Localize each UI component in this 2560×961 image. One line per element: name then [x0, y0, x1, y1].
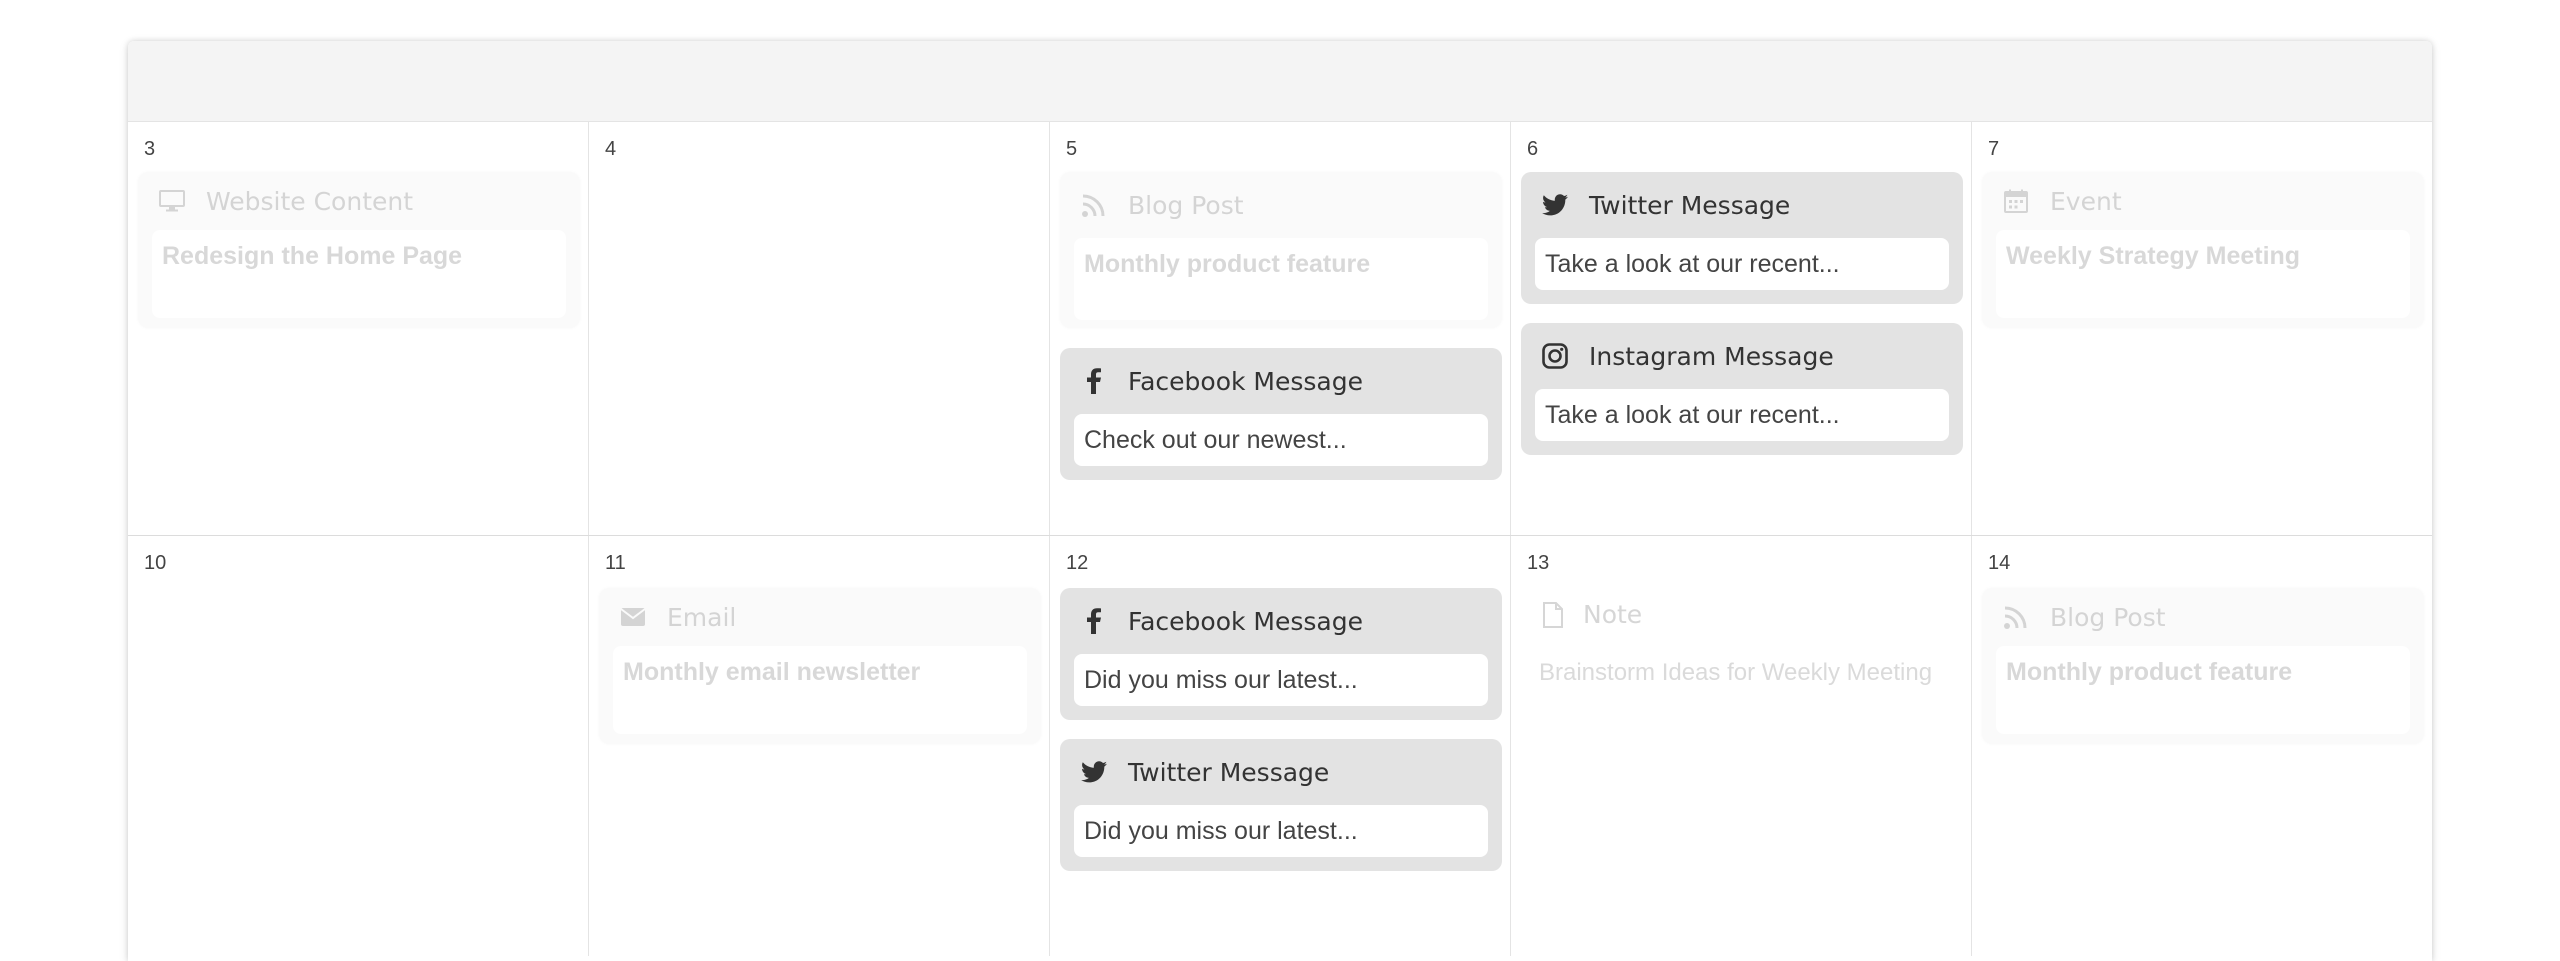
card-title: Monthly product feature: [1074, 238, 1488, 320]
day-cell[interactable]: 5 Blog Post Monthly product feature Face…: [1050, 122, 1511, 535]
card-type-label: Twitter Message: [1589, 190, 1791, 220]
day-cell[interactable]: 6 Twitter Message Take a look at our rec…: [1511, 122, 1972, 535]
day-cell[interactable]: 3 Website Content Redesign the Home Page: [128, 122, 589, 535]
card-title: Weekly Strategy Meeting: [1996, 230, 2410, 318]
card-title: Monthly email newsletter: [613, 646, 1027, 734]
content-calendar: 3 Website Content Redesign the Home Page…: [128, 41, 2432, 961]
card-header: Note: [1539, 600, 1959, 629]
card-type-label: Blog Post: [2050, 602, 2166, 632]
day-cell[interactable]: 13 Note Brainstorm Ideas for Weekly Meet…: [1511, 536, 1972, 956]
facebook-message-card[interactable]: Facebook Message Check out our newest...: [1060, 348, 1502, 480]
card-title: Monthly product feature: [1996, 646, 2410, 734]
facebook-icon: [1080, 607, 1108, 635]
card-type-label: Instagram Message: [1589, 341, 1834, 371]
card-type-label: Facebook Message: [1128, 606, 1363, 636]
card-message-preview: Check out our newest...: [1074, 414, 1488, 466]
day-number: 12: [1066, 552, 1089, 574]
rss-icon: [2002, 603, 2030, 631]
document-icon: [1539, 601, 1567, 629]
card-type-label: Facebook Message: [1128, 366, 1363, 396]
day-cell[interactable]: 14 Blog Post Monthly product feature: [1972, 536, 2432, 956]
twitter-icon: [1080, 758, 1108, 786]
card-header: Email: [599, 588, 1041, 646]
twitter-message-card[interactable]: Twitter Message Did you miss our latest.…: [1060, 739, 1502, 871]
card-type-label: Note: [1583, 600, 1643, 629]
calendar-header: [128, 41, 2432, 122]
envelope-icon: [619, 603, 647, 631]
calendar-icon: [2002, 187, 2030, 215]
note-text: Brainstorm Ideas for Weekly Meeting: [1539, 659, 1933, 686]
website-content-card[interactable]: Website Content Redesign the Home Page: [138, 172, 580, 328]
day-cell[interactable]: 12 Facebook Message Did you miss our lat…: [1050, 536, 1511, 956]
day-number: 5: [1066, 138, 1078, 160]
instagram-message-card[interactable]: Instagram Message Take a look at our rec…: [1521, 323, 1963, 455]
day-number: 10: [144, 552, 167, 574]
card-message-preview: Take a look at our recent...: [1535, 238, 1949, 290]
twitter-message-card[interactable]: Twitter Message Take a look at our recen…: [1521, 172, 1963, 304]
facebook-icon: [1080, 367, 1108, 395]
day-cell[interactable]: 10: [128, 536, 589, 956]
card-title: Redesign the Home Page: [152, 230, 566, 318]
card-header: Event: [1982, 172, 2424, 230]
event-card[interactable]: Event Weekly Strategy Meeting: [1982, 172, 2424, 328]
card-type-label: Event: [2050, 186, 2122, 216]
day-number: 4: [605, 138, 617, 160]
day-number: 6: [1527, 138, 1539, 160]
calendar-week: 3 Website Content Redesign the Home Page…: [128, 122, 2432, 536]
day-cell[interactable]: 4: [589, 122, 1050, 535]
card-type-label: Website Content: [206, 186, 414, 216]
card-message-preview: Did you miss our latest...: [1074, 654, 1488, 706]
card-type-label: Twitter Message: [1128, 757, 1330, 787]
twitter-icon: [1541, 191, 1569, 219]
card-header: Facebook Message: [1060, 348, 1502, 414]
monitor-icon: [158, 187, 186, 215]
day-number: 3: [144, 138, 156, 160]
card-header: Facebook Message: [1060, 588, 1502, 654]
day-number: 13: [1527, 552, 1550, 574]
day-number: 7: [1988, 138, 2000, 160]
card-header: Twitter Message: [1521, 172, 1963, 238]
day-cell[interactable]: 7 Event Weekly Strategy Meeting: [1972, 122, 2432, 535]
card-type-label: Blog Post: [1128, 190, 1244, 220]
facebook-message-card[interactable]: Facebook Message Did you miss our latest…: [1060, 588, 1502, 720]
blog-post-card[interactable]: Blog Post Monthly product feature: [1982, 588, 2424, 744]
card-header: Twitter Message: [1060, 739, 1502, 805]
card-header: Blog Post: [1060, 172, 1502, 238]
note-card[interactable]: Note Brainstorm Ideas for Weekly Meeting: [1539, 600, 1959, 687]
card-header: Website Content: [138, 172, 580, 230]
instagram-icon: [1541, 342, 1569, 370]
card-header: Instagram Message: [1521, 323, 1963, 389]
day-cell[interactable]: 11 Email Monthly email newsletter: [589, 536, 1050, 956]
rss-icon: [1080, 191, 1108, 219]
card-type-label: Email: [667, 602, 737, 632]
day-number: 14: [1988, 552, 2011, 574]
blog-post-card[interactable]: Blog Post Monthly product feature: [1060, 172, 1502, 328]
email-card[interactable]: Email Monthly email newsletter: [599, 588, 1041, 744]
day-number: 11: [605, 552, 626, 574]
card-message-preview: Did you miss our latest...: [1074, 805, 1488, 857]
card-message-preview: Take a look at our recent...: [1535, 389, 1949, 441]
card-header: Blog Post: [1982, 588, 2424, 646]
calendar-week: 10 11 Email Monthly email newsletter 12: [128, 536, 2432, 956]
